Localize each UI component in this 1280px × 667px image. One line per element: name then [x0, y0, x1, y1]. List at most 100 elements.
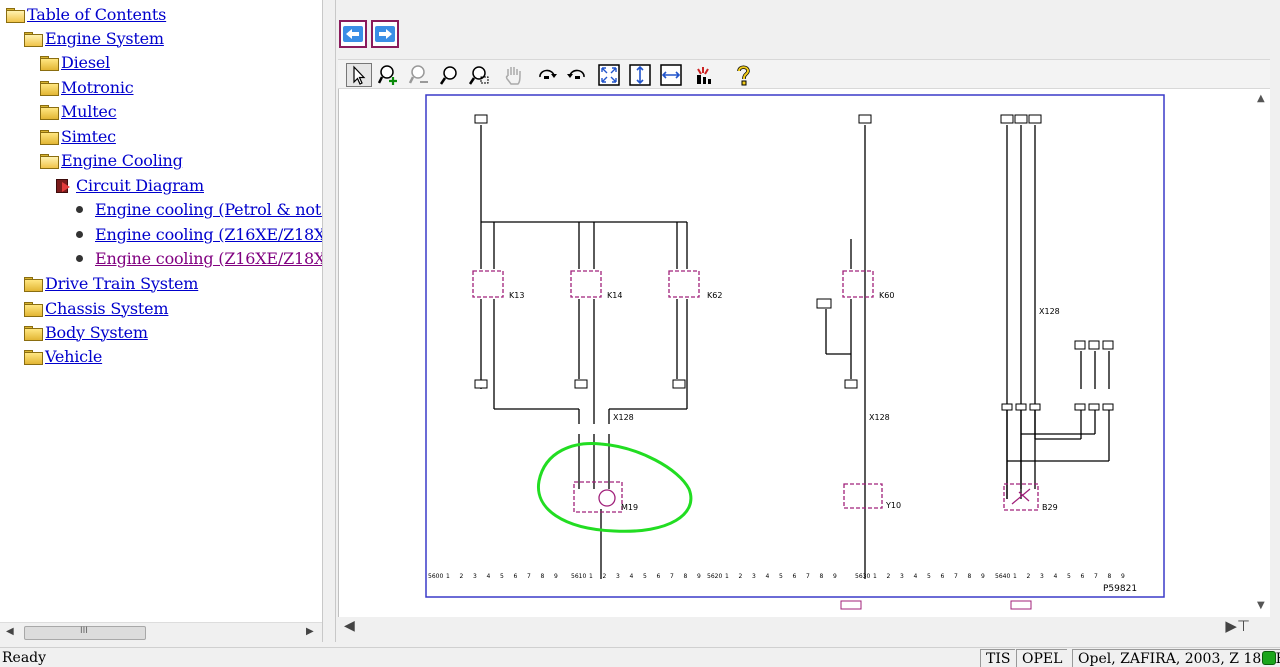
ruler-tick: 9 [1121, 573, 1125, 580]
ruler-tick: 2 [887, 573, 891, 580]
folder-icon [24, 276, 43, 292]
toc-drive-train-link[interactable]: Drive Train System [45, 274, 198, 293]
zoom-button[interactable] [436, 63, 462, 87]
diagram-viewer[interactable]: 5600 5610 5620 5630 5640 1 2 3 4 5 6 7 8 9 1 2 3 4 5 6… [338, 89, 1270, 617]
help-button[interactable] [730, 63, 756, 87]
toc-tree: Table of Contents Engine System Diesel M… [0, 0, 322, 622]
label-k62: K62 [707, 291, 722, 300]
toc-body-link[interactable]: Body System [45, 323, 148, 342]
ruler-tick: 4 [487, 573, 491, 580]
toc-engine-cooling[interactable]: Engine Cooling [40, 149, 183, 171]
toc-circuit-diagram[interactable]: Circuit Diagram [56, 174, 204, 196]
toc-doc-2[interactable]: Engine cooling (Z16XE/Z18XE/ [76, 223, 322, 245]
folder-icon [24, 301, 43, 317]
toc-body[interactable]: Body System [24, 321, 148, 343]
toc-motronic-link[interactable]: Motronic [61, 78, 134, 97]
scroll-up-icon[interactable]: ▲ [1257, 93, 1265, 104]
pan-button[interactable] [500, 63, 526, 87]
ruler-tick: 1 [1013, 573, 1017, 580]
ruler-tick: 5 [643, 573, 647, 580]
folder-open-icon [40, 153, 59, 169]
diagram-ref-number: P59821 [1103, 584, 1137, 594]
toc-doc-2-link[interactable]: Engine cooling (Z16XE/Z18XE/ [95, 225, 322, 244]
svg-text:5640: 5640 [995, 573, 1010, 580]
ruler-tick: 4 [914, 573, 918, 580]
folder-icon [40, 80, 59, 96]
ruler-tick: 7 [670, 573, 674, 580]
help-icon [737, 65, 750, 86]
ruler-tick: 8 [820, 573, 824, 580]
toc-multec-link[interactable]: Multec [61, 102, 117, 121]
back-button[interactable] [339, 20, 367, 48]
toc-chassis-link[interactable]: Chassis System [45, 299, 169, 318]
svg-text:5600: 5600 [428, 573, 443, 580]
viewer-horizontal-scrollbar[interactable]: ◀ ▶⊤ [338, 617, 1254, 635]
status-vehicle: Opel, ZAFIRA, 2003, Z 18 XE [1072, 649, 1280, 667]
toc-doc-1-link[interactable]: Engine cooling (Petrol & not air [95, 200, 322, 219]
rotate-ccw-button[interactable] [564, 63, 590, 87]
fit-height-button[interactable] [627, 63, 653, 87]
scroll-right-end-icon[interactable]: ▶⊤ [1225, 617, 1250, 635]
toc-engine-system-link[interactable]: Engine System [45, 29, 164, 48]
status-system: TIS [980, 649, 1016, 667]
toc-engine-system[interactable]: Engine System [24, 27, 164, 49]
toc-engine-cooling-link[interactable]: Engine Cooling [61, 151, 183, 170]
toc-multec[interactable]: Multec [40, 100, 117, 122]
ruler-tick: 6 [514, 573, 518, 580]
rotate-cw-button[interactable] [534, 63, 560, 87]
ruler-tick: 6 [793, 573, 797, 580]
select-tool-button[interactable] [346, 63, 372, 87]
forward-button[interactable] [371, 20, 399, 48]
toc-doc-3[interactable]: Engine cooling (Z16XE/Z18XE/ [76, 247, 322, 269]
svg-text:5620: 5620 [707, 573, 722, 580]
zoom-area-button[interactable] [466, 63, 492, 87]
scroll-left-icon[interactable]: ◀ [6, 626, 14, 637]
zoom-out-button[interactable] [406, 63, 432, 87]
pan-hand-icon [505, 67, 521, 85]
folder-open-icon [24, 31, 43, 47]
label-x128-b: X128 [869, 413, 890, 422]
arrow-right-icon [375, 26, 395, 42]
label-x128-c: X128 [1039, 307, 1060, 316]
scroll-down-icon[interactable]: ▼ [1257, 600, 1265, 611]
toc-motronic[interactable]: Motronic [40, 76, 134, 98]
ruler-tick: 1 [589, 573, 593, 580]
book-icon [56, 178, 70, 193]
toc-vehicle-link[interactable]: Vehicle [45, 347, 102, 366]
toc-chassis[interactable]: Chassis System [24, 297, 169, 319]
toc-vehicle[interactable]: Vehicle [24, 345, 102, 367]
ruler-tick: 4 [630, 573, 634, 580]
status-brand: OPEL [1016, 649, 1068, 667]
folder-icon [40, 104, 59, 120]
toc-doc-3-link[interactable]: Engine cooling (Z16XE/Z18XE/ [95, 249, 322, 268]
ruler-tick: 4 [1054, 573, 1058, 580]
zoom-in-button[interactable] [376, 63, 402, 87]
toc-simtec-link[interactable]: Simtec [61, 127, 116, 146]
fit-width-button[interactable] [658, 63, 684, 87]
toc-root[interactable]: Table of Contents [6, 3, 166, 25]
toc-simtec[interactable]: Simtec [40, 125, 116, 147]
status-bar: Ready TIS OPEL Opel, ZAFIRA, 2003, Z 18 … [0, 647, 1280, 667]
fit-width-icon [660, 64, 682, 86]
toc-doc-1[interactable]: Engine cooling (Petrol & not air [76, 198, 322, 220]
ruler-tick: 5 [1067, 573, 1071, 580]
svg-text:5630: 5630 [855, 573, 870, 580]
toc-diesel-link[interactable]: Diesel [61, 53, 110, 72]
ruler-tick: 7 [806, 573, 810, 580]
scroll-right-icon[interactable]: ▶ [306, 626, 314, 637]
highlight-circle [536, 441, 693, 533]
zoom-area-icon [468, 66, 489, 85]
scroll-left-icon[interactable]: ◀ [344, 618, 355, 634]
toc-horizontal-scrollbar[interactable]: ◀ III ▶ [0, 622, 322, 642]
pane-splitter[interactable] [322, 0, 336, 642]
toc-drive-train[interactable]: Drive Train System [24, 272, 198, 294]
ruler-tick: 7 [954, 573, 958, 580]
toc-diesel[interactable]: Diesel [40, 51, 110, 73]
viewer-vertical-scrollbar[interactable]: ▲ ▼ [1254, 89, 1270, 617]
toc-root-link[interactable]: Table of Contents [27, 5, 166, 24]
fit-all-button[interactable] [596, 63, 622, 87]
toc-circuit-diagram-link[interactable]: Circuit Diagram [76, 176, 204, 195]
ruler-tick: 3 [752, 573, 756, 580]
tool-button[interactable] [690, 63, 716, 87]
label-x128-a: X128 [613, 413, 634, 422]
